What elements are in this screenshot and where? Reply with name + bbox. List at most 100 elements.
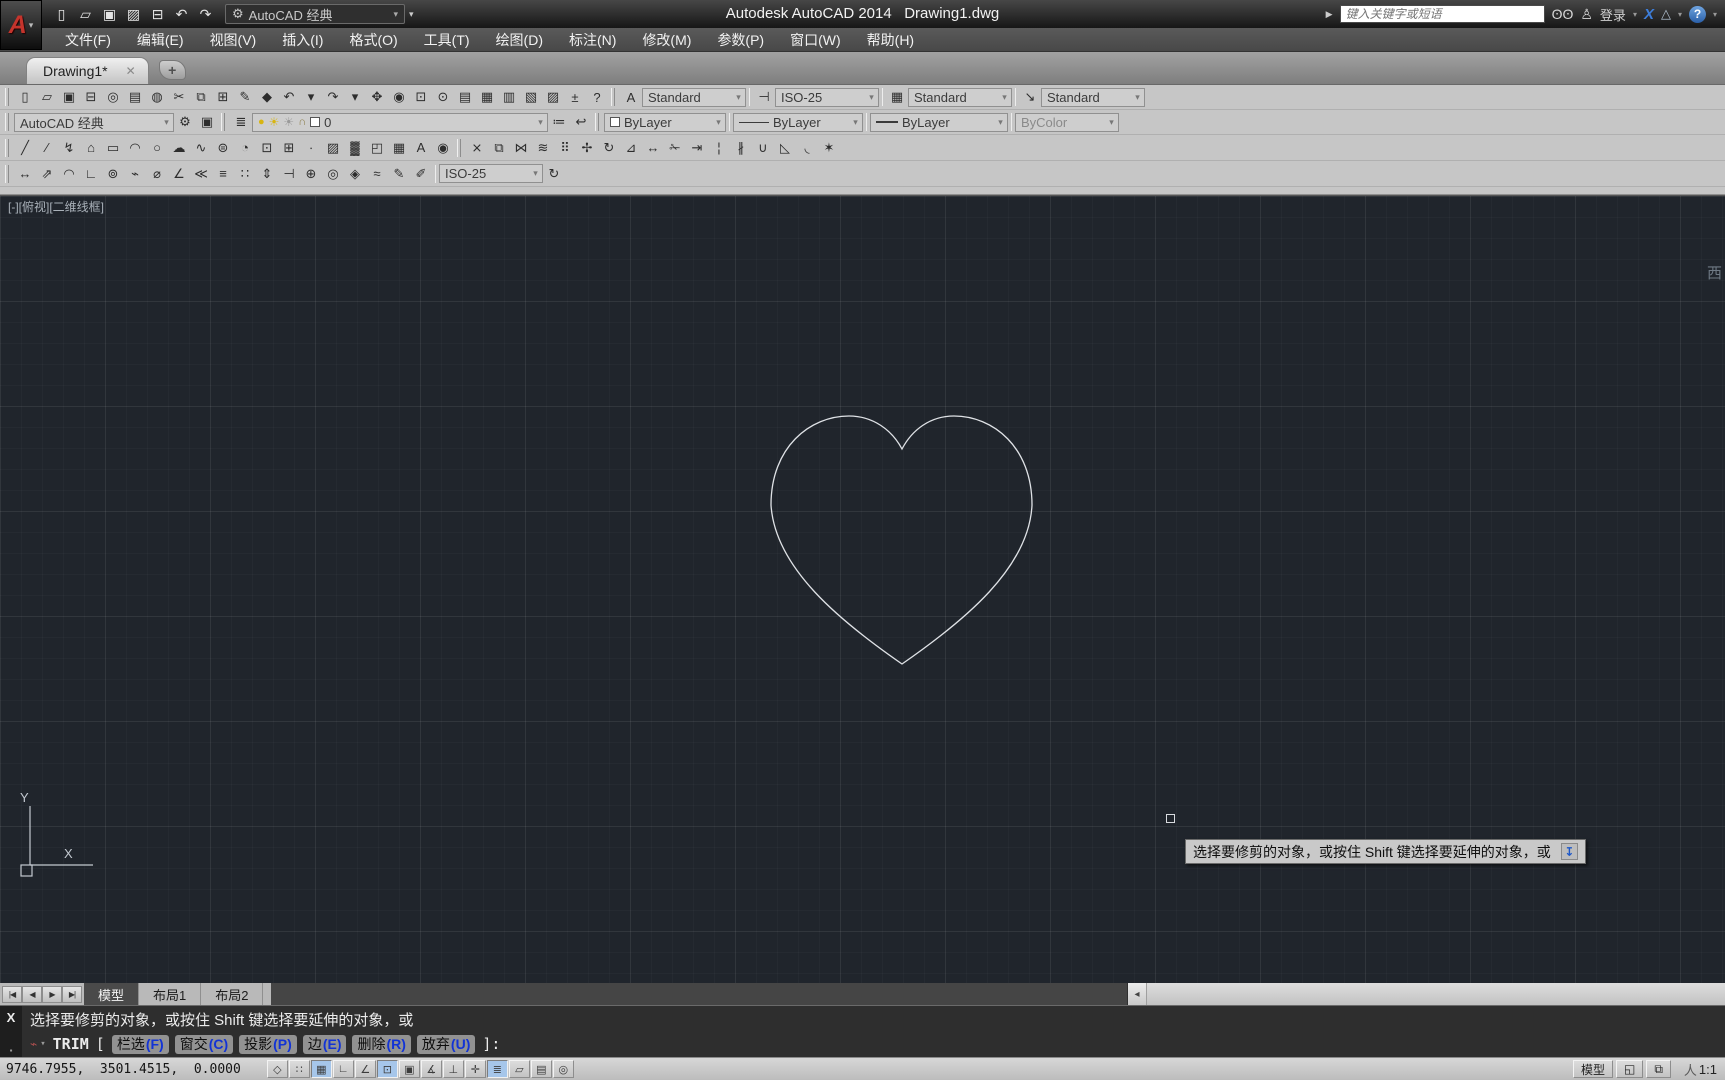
- arc-icon[interactable]: ◠: [124, 137, 146, 158]
- toolbar-grip[interactable]: [595, 113, 599, 131]
- layer-previous-icon[interactable]: ↩: [570, 112, 592, 133]
- array-icon[interactable]: ⠿: [554, 137, 576, 158]
- multiline-text-icon[interactable]: A: [410, 137, 432, 158]
- exchange-apps-icon[interactable]: X: [1644, 6, 1654, 23]
- plot-style-combo[interactable]: ByColor ▾: [1015, 113, 1119, 132]
- linear-dimension-icon[interactable]: ↔: [14, 163, 36, 184]
- prev-tab-button[interactable]: ◀: [22, 986, 42, 1003]
- horizontal-scrollbar[interactable]: ◂: [1127, 983, 1725, 1005]
- menu-item[interactable]: 窗口(W): [777, 28, 854, 51]
- option-project[interactable]: 投影 (P): [239, 1035, 297, 1054]
- dynamic-input-toggle[interactable]: ✛: [465, 1060, 486, 1078]
- layout-tab[interactable]: 模型: [84, 983, 139, 1005]
- menu-item[interactable]: 帮助(H): [854, 28, 927, 51]
- layout-tab[interactable]: 布局2: [201, 983, 263, 1005]
- copy-icon[interactable]: ⧉: [488, 137, 510, 158]
- close-icon[interactable]: ✕: [126, 64, 136, 78]
- break-at-point-icon[interactable]: ¦: [708, 137, 730, 158]
- multileader-style-icon[interactable]: ↘: [1019, 87, 1041, 108]
- drawing-canvas[interactable]: [-][俯视][二维线框] 西 Y X 选择要修剪的对象，或按住 Shift 键…: [0, 195, 1725, 983]
- infocenter-expand-icon[interactable]: ▶: [1326, 9, 1333, 20]
- construction-line-icon[interactable]: ∕: [36, 137, 58, 158]
- new-file-icon[interactable]: ▯: [50, 3, 73, 25]
- line-icon[interactable]: ╱: [14, 137, 36, 158]
- point-icon[interactable]: ∙: [300, 137, 322, 158]
- transparency-toggle[interactable]: ▱: [509, 1060, 530, 1078]
- paste-icon[interactable]: ⊞: [212, 87, 234, 108]
- inspection-icon[interactable]: ◈: [344, 163, 366, 184]
- polar-tracking-toggle[interactable]: ∠: [355, 1060, 376, 1078]
- gradient-icon[interactable]: ▓: [344, 137, 366, 158]
- move-icon[interactable]: ✢: [576, 137, 598, 158]
- break-icon[interactable]: ∦: [730, 137, 752, 158]
- radius-dimension-icon[interactable]: ⊚: [102, 163, 124, 184]
- heart-polyline[interactable]: [771, 416, 1032, 664]
- customize-icon[interactable]: ▪: [10, 1046, 13, 1055]
- save-as-icon[interactable]: ▨: [122, 3, 145, 25]
- menu-item[interactable]: 编辑(E): [124, 28, 197, 51]
- plot-icon[interactable]: ⊟: [80, 87, 102, 108]
- menu-item[interactable]: 绘图(D): [483, 28, 556, 51]
- multileader-style-combo[interactable]: Standard ▾: [1041, 88, 1145, 107]
- 3d-object-snap-toggle[interactable]: ▣: [399, 1060, 420, 1078]
- menu-item[interactable]: 修改(M): [629, 28, 704, 51]
- tool-palettes-icon[interactable]: ▥: [498, 87, 520, 108]
- match-properties-icon[interactable]: ✎: [234, 87, 256, 108]
- snap-toggle[interactable]: ∷: [289, 1060, 310, 1078]
- toolbar-grip[interactable]: [457, 139, 461, 157]
- arc-length-dimension-icon[interactable]: ◠: [58, 163, 80, 184]
- next-tab-button[interactable]: ▶: [42, 986, 62, 1003]
- dimension-style-icon[interactable]: ⊣: [753, 87, 775, 108]
- menu-item[interactable]: 视图(V): [197, 28, 270, 51]
- table-style-combo[interactable]: Standard ▾: [908, 88, 1012, 107]
- ordinate-dimension-icon[interactable]: ∟: [80, 163, 102, 184]
- table-style-icon[interactable]: ▦: [886, 87, 908, 108]
- model-space-button[interactable]: 模型: [1573, 1060, 1613, 1078]
- toolbar-grip[interactable]: [221, 113, 225, 131]
- zoom-previous-icon[interactable]: ⊙: [432, 87, 454, 108]
- publish-icon[interactable]: ▤: [124, 87, 146, 108]
- revision-cloud-icon[interactable]: ☁: [168, 137, 190, 158]
- cut-icon[interactable]: ✂: [168, 87, 190, 108]
- autodesk-360-icon[interactable]: △: [1661, 6, 1671, 22]
- quick-dimension-icon[interactable]: ≪: [190, 163, 212, 184]
- search-input[interactable]: [1340, 5, 1545, 23]
- stretch-icon[interactable]: ↔: [642, 137, 664, 158]
- menu-item[interactable]: 插入(I): [269, 28, 336, 51]
- designcenter-icon[interactable]: ▦: [476, 87, 498, 108]
- layer-vp-freeze-icon[interactable]: ☀: [283, 115, 294, 129]
- layer-freeze-sun-icon[interactable]: ☀: [269, 115, 280, 129]
- fillet-icon[interactable]: ◟: [796, 137, 818, 158]
- polygon-icon[interactable]: ⌂: [80, 137, 102, 158]
- mirror-icon[interactable]: ⋈: [510, 137, 532, 158]
- linetype-control-combo[interactable]: ByLayer ▾: [733, 113, 863, 132]
- dimension-text-edit-icon[interactable]: ✐: [410, 163, 432, 184]
- make-object-layer-current-icon[interactable]: ≔: [548, 112, 570, 133]
- circle-icon[interactable]: ○: [146, 137, 168, 158]
- open-file-icon[interactable]: ▱: [74, 3, 97, 25]
- region-icon[interactable]: ◰: [366, 137, 388, 158]
- jogged-linear-icon[interactable]: ≈: [366, 163, 388, 184]
- toolbar-grip[interactable]: [5, 165, 9, 183]
- scroll-left-icon[interactable]: ◂: [1128, 983, 1147, 1005]
- scale-icon[interactable]: ⊿: [620, 137, 642, 158]
- menu-item[interactable]: 格式(O): [336, 28, 410, 51]
- jogged-dimension-icon[interactable]: ⌁: [124, 163, 146, 184]
- first-tab-button[interactable]: |◀: [2, 986, 22, 1003]
- coordinates-readout[interactable]: 9746.7955, 3501.4515, 0.0000: [6, 1062, 241, 1077]
- ortho-toggle[interactable]: ∟: [333, 1060, 354, 1078]
- new-file-icon[interactable]: ▯: [14, 87, 36, 108]
- block-editor-icon[interactable]: ◆: [256, 87, 278, 108]
- rectangle-icon[interactable]: ▭: [102, 137, 124, 158]
- extend-icon[interactable]: ⇥: [686, 137, 708, 158]
- add-selected-icon[interactable]: ◉: [432, 137, 454, 158]
- pan-icon[interactable]: ✥: [366, 87, 388, 108]
- undo-dropdown-icon[interactable]: ▾: [300, 87, 322, 108]
- menu-item[interactable]: 参数(P): [704, 28, 777, 51]
- redo-dropdown-icon[interactable]: ▾: [344, 87, 366, 108]
- redo-icon[interactable]: ↷: [322, 87, 344, 108]
- tooltip-options-arrow-icon[interactable]: ↧: [1561, 843, 1578, 860]
- option-erase[interactable]: 删除 (R): [352, 1035, 410, 1054]
- chevron-down-icon[interactable]: ▾: [1633, 10, 1637, 19]
- infer-constraints-toggle[interactable]: ◇: [267, 1060, 288, 1078]
